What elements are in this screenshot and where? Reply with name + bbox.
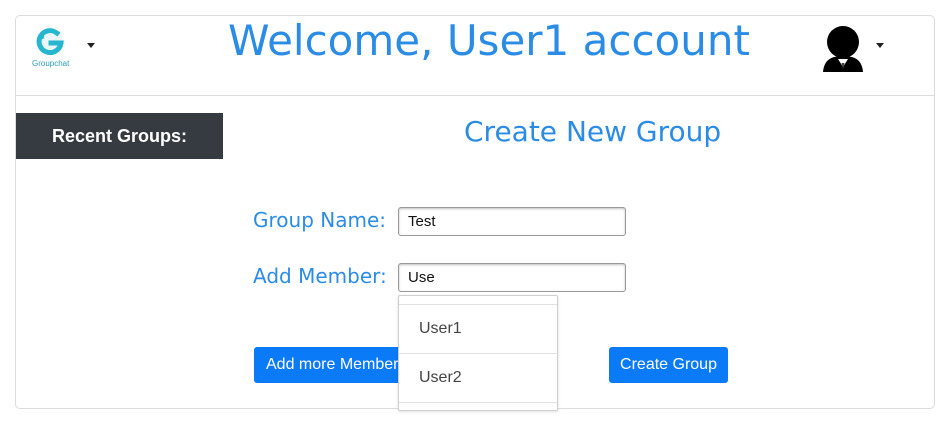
group-name-input[interactable]: [398, 207, 626, 236]
suggestion-item[interactable]: User1: [399, 305, 557, 353]
page-title: Welcome, User1 account: [228, 16, 750, 65]
chevron-down-icon[interactable]: [87, 43, 95, 48]
add-member-input[interactable]: [398, 263, 626, 292]
chevron-down-icon[interactable]: [876, 43, 884, 48]
divider: [399, 402, 557, 403]
groupchat-logo-icon[interactable]: Groupchat: [30, 25, 78, 71]
form-title: Create New Group: [464, 115, 722, 148]
user-avatar-icon[interactable]: [818, 22, 868, 72]
recent-groups-header: Recent Groups:: [16, 113, 223, 159]
create-group-button[interactable]: Create Group: [609, 347, 728, 383]
member-suggestions-dropdown: User1 User2: [398, 295, 558, 411]
group-name-label: Group Name:: [253, 208, 386, 232]
header-divider: [16, 95, 934, 96]
logo-text: Groupchat: [32, 59, 70, 68]
add-member-label: Add Member:: [253, 264, 387, 288]
add-more-members-button[interactable]: Add more Members: [254, 347, 409, 383]
suggestion-item[interactable]: User2: [399, 354, 557, 402]
